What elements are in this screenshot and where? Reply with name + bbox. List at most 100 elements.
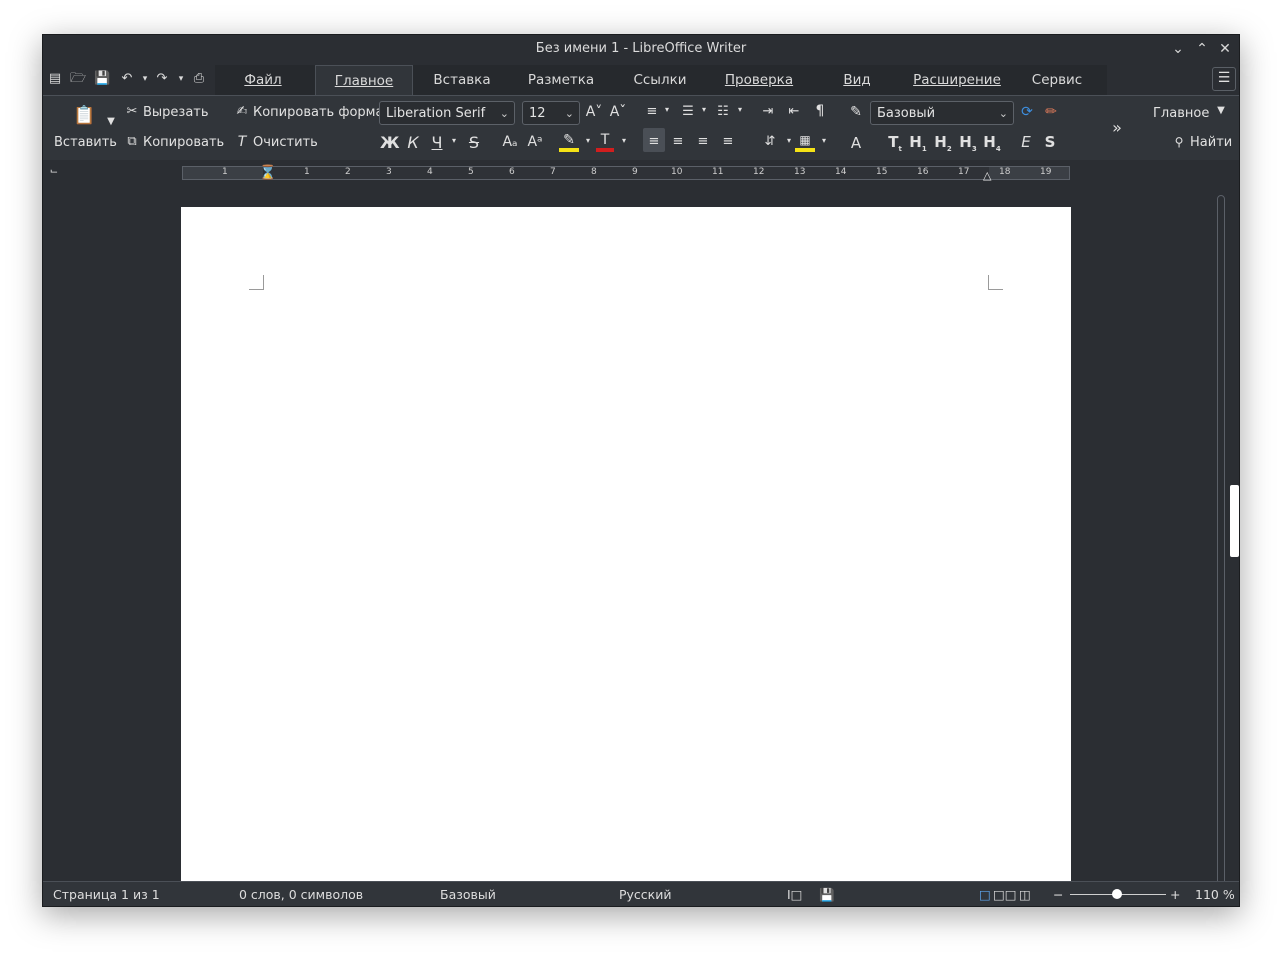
tab-references[interactable]: Ссылки bbox=[625, 72, 695, 92]
numbered-list-icon[interactable]: ☷ bbox=[714, 104, 732, 119]
clear-formatting-button[interactable]: Очистить bbox=[253, 135, 318, 150]
undo-icon[interactable]: ↶ bbox=[119, 71, 135, 87]
undo-dropdown-icon[interactable]: ▾ bbox=[137, 71, 153, 87]
zoom-level[interactable]: 110 % bbox=[1195, 887, 1235, 902]
tab-view[interactable]: Вид bbox=[837, 72, 877, 92]
strong-style-button[interactable]: S bbox=[1042, 133, 1058, 151]
paste-icon[interactable]: 📋 bbox=[73, 105, 95, 126]
new-document-icon[interactable]: ▤ bbox=[47, 71, 63, 87]
copy-button[interactable]: Копировать bbox=[143, 135, 224, 150]
indent-marker-icon[interactable]: ⌛ bbox=[259, 165, 276, 181]
highlight-icon[interactable]: ✎ bbox=[559, 132, 579, 152]
right-indent-marker-icon[interactable]: △ bbox=[983, 169, 991, 182]
superscript-icon[interactable]: Aᵃ bbox=[526, 134, 544, 150]
tab-home[interactable]: Главное bbox=[315, 65, 413, 96]
clear-formatting-icon[interactable]: T bbox=[235, 134, 249, 150]
scissors-icon[interactable]: ✂ bbox=[125, 104, 139, 119]
zoom-in-button[interactable]: + bbox=[1170, 887, 1180, 902]
print-icon[interactable]: ⎙ bbox=[191, 71, 207, 87]
zoom-slider-handle[interactable] bbox=[1112, 889, 1122, 899]
tab-review[interactable]: Проверка bbox=[719, 72, 799, 92]
insert-mode-icon[interactable]: I□ bbox=[787, 887, 803, 902]
tab-stop-icon[interactable]: ⌙ bbox=[49, 166, 59, 177]
heading2-style-button[interactable]: H2 bbox=[934, 133, 952, 153]
minimize-icon[interactable]: ⌄ bbox=[1169, 40, 1187, 58]
heading4-style-button[interactable]: H4 bbox=[983, 133, 1001, 153]
cut-button[interactable]: Вырезать bbox=[143, 105, 209, 120]
increase-indent-icon[interactable]: ⇥ bbox=[759, 104, 777, 119]
sidebar-toggle-handle[interactable] bbox=[1230, 485, 1239, 557]
zoom-out-button[interactable]: − bbox=[1053, 887, 1063, 902]
bold-button[interactable]: Ж bbox=[380, 133, 400, 152]
more-options-icon[interactable]: » bbox=[1109, 118, 1125, 137]
single-page-view-icon[interactable]: □ bbox=[979, 887, 991, 902]
tab-insert[interactable]: Вставка bbox=[427, 72, 497, 92]
italic-button[interactable]: К bbox=[405, 133, 421, 152]
book-view-icon[interactable]: ◫ bbox=[1019, 887, 1031, 902]
page-style[interactable]: Базовый bbox=[440, 887, 496, 902]
horizontal-ruler[interactable]: 1 1 2 3 4 5 6 7 8 9 10 11 12 13 14 15 16… bbox=[182, 165, 1070, 182]
open-folder-icon[interactable]: 🗁 bbox=[70, 71, 86, 87]
font-size-combo[interactable]: 12 ⌄ bbox=[522, 101, 580, 125]
line-spacing-dropdown-icon[interactable]: ▾ bbox=[784, 136, 794, 145]
list-outline-icon[interactable]: ≡ bbox=[643, 104, 661, 119]
align-left-icon[interactable]: ≡ bbox=[645, 134, 663, 149]
text-body-style-button[interactable]: Tt bbox=[886, 133, 904, 153]
underline-button[interactable]: Ч bbox=[429, 133, 445, 152]
emphasis-style-button[interactable]: E bbox=[1018, 133, 1034, 151]
heading1-style-button[interactable]: H1 bbox=[909, 133, 927, 153]
vertical-scrollbar[interactable] bbox=[1217, 195, 1225, 895]
copy-icon[interactable]: ⧉ bbox=[125, 134, 139, 149]
heading3-style-button[interactable]: H3 bbox=[959, 133, 977, 153]
tab-layout[interactable]: Разметка bbox=[521, 72, 601, 92]
character-button[interactable]: A bbox=[848, 134, 864, 152]
underline-dropdown-icon[interactable]: ▾ bbox=[449, 136, 459, 145]
paste-dropdown-icon[interactable]: ▼ bbox=[105, 116, 117, 127]
language[interactable]: Русский bbox=[619, 887, 671, 902]
section-dropdown-icon[interactable]: ▼ bbox=[1215, 105, 1227, 116]
paragraph-background-icon[interactable]: ▦ bbox=[795, 132, 815, 152]
paste-button[interactable]: Вставить bbox=[54, 135, 117, 150]
clone-formatting-icon[interactable]: ✍ bbox=[235, 104, 249, 119]
align-right-icon[interactable]: ≡ bbox=[694, 134, 712, 149]
maximize-icon[interactable]: ⌃ bbox=[1193, 40, 1211, 58]
styles-icon[interactable]: ✎ bbox=[847, 104, 865, 120]
word-count[interactable]: 0 слов, 0 символов bbox=[239, 887, 363, 902]
list-dropdown-icon[interactable]: ▾ bbox=[662, 105, 672, 114]
close-icon[interactable]: ✕ bbox=[1216, 40, 1234, 58]
tab-tools[interactable]: Сервис bbox=[1025, 72, 1089, 92]
formatting-marks-icon[interactable]: ¶ bbox=[813, 103, 827, 119]
find-button[interactable]: Найти bbox=[1190, 135, 1232, 150]
grow-font-icon[interactable]: A˅ bbox=[585, 104, 603, 120]
tab-extension[interactable]: Расширение bbox=[909, 72, 1005, 92]
highlight-dropdown-icon[interactable]: ▾ bbox=[583, 136, 593, 145]
font-color-dropdown-icon[interactable]: ▾ bbox=[619, 136, 629, 145]
align-center-icon[interactable]: ≡ bbox=[669, 134, 687, 149]
redo-dropdown-icon[interactable]: ▾ bbox=[173, 71, 189, 87]
background-dropdown-icon[interactable]: ▾ bbox=[819, 136, 829, 145]
redo-icon[interactable]: ↷ bbox=[154, 71, 170, 87]
shrink-font-icon[interactable]: Aˇ bbox=[609, 104, 627, 120]
paragraph-style-combo[interactable]: Базовый ⌄ bbox=[870, 101, 1014, 125]
save-icon[interactable]: 💾 bbox=[94, 71, 110, 87]
document-modified-icon[interactable]: 💾 bbox=[819, 887, 835, 903]
document-page[interactable] bbox=[181, 207, 1071, 887]
page-count[interactable]: Страница 1 из 1 bbox=[53, 887, 160, 902]
new-style-icon[interactable]: ✏ bbox=[1043, 104, 1059, 120]
search-icon[interactable]: ⚲ bbox=[1172, 135, 1186, 149]
multi-page-view-icon[interactable]: □□ bbox=[993, 887, 1017, 902]
font-name-combo[interactable]: Liberation Serif ⌄ bbox=[379, 101, 515, 125]
update-style-icon[interactable]: ⟳ bbox=[1019, 104, 1035, 120]
tab-file[interactable]: Файл bbox=[239, 72, 287, 92]
bullet-list-icon[interactable]: ☰ bbox=[679, 104, 697, 119]
strikethrough-button[interactable]: S bbox=[466, 133, 482, 152]
bullet-dropdown-icon[interactable]: ▾ bbox=[699, 105, 709, 114]
line-spacing-icon[interactable]: ⇵ bbox=[761, 134, 779, 149]
subscript-icon[interactable]: Aₐ bbox=[501, 134, 519, 150]
decrease-indent-icon[interactable]: ⇤ bbox=[785, 104, 803, 119]
font-color-icon[interactable]: T bbox=[596, 132, 614, 152]
numbered-dropdown-icon[interactable]: ▾ bbox=[735, 105, 745, 114]
clone-formatting-button[interactable]: Копировать формат bbox=[253, 105, 391, 120]
justify-icon[interactable]: ≡ bbox=[719, 134, 737, 149]
hamburger-menu-icon[interactable]: ☰ bbox=[1212, 67, 1236, 91]
